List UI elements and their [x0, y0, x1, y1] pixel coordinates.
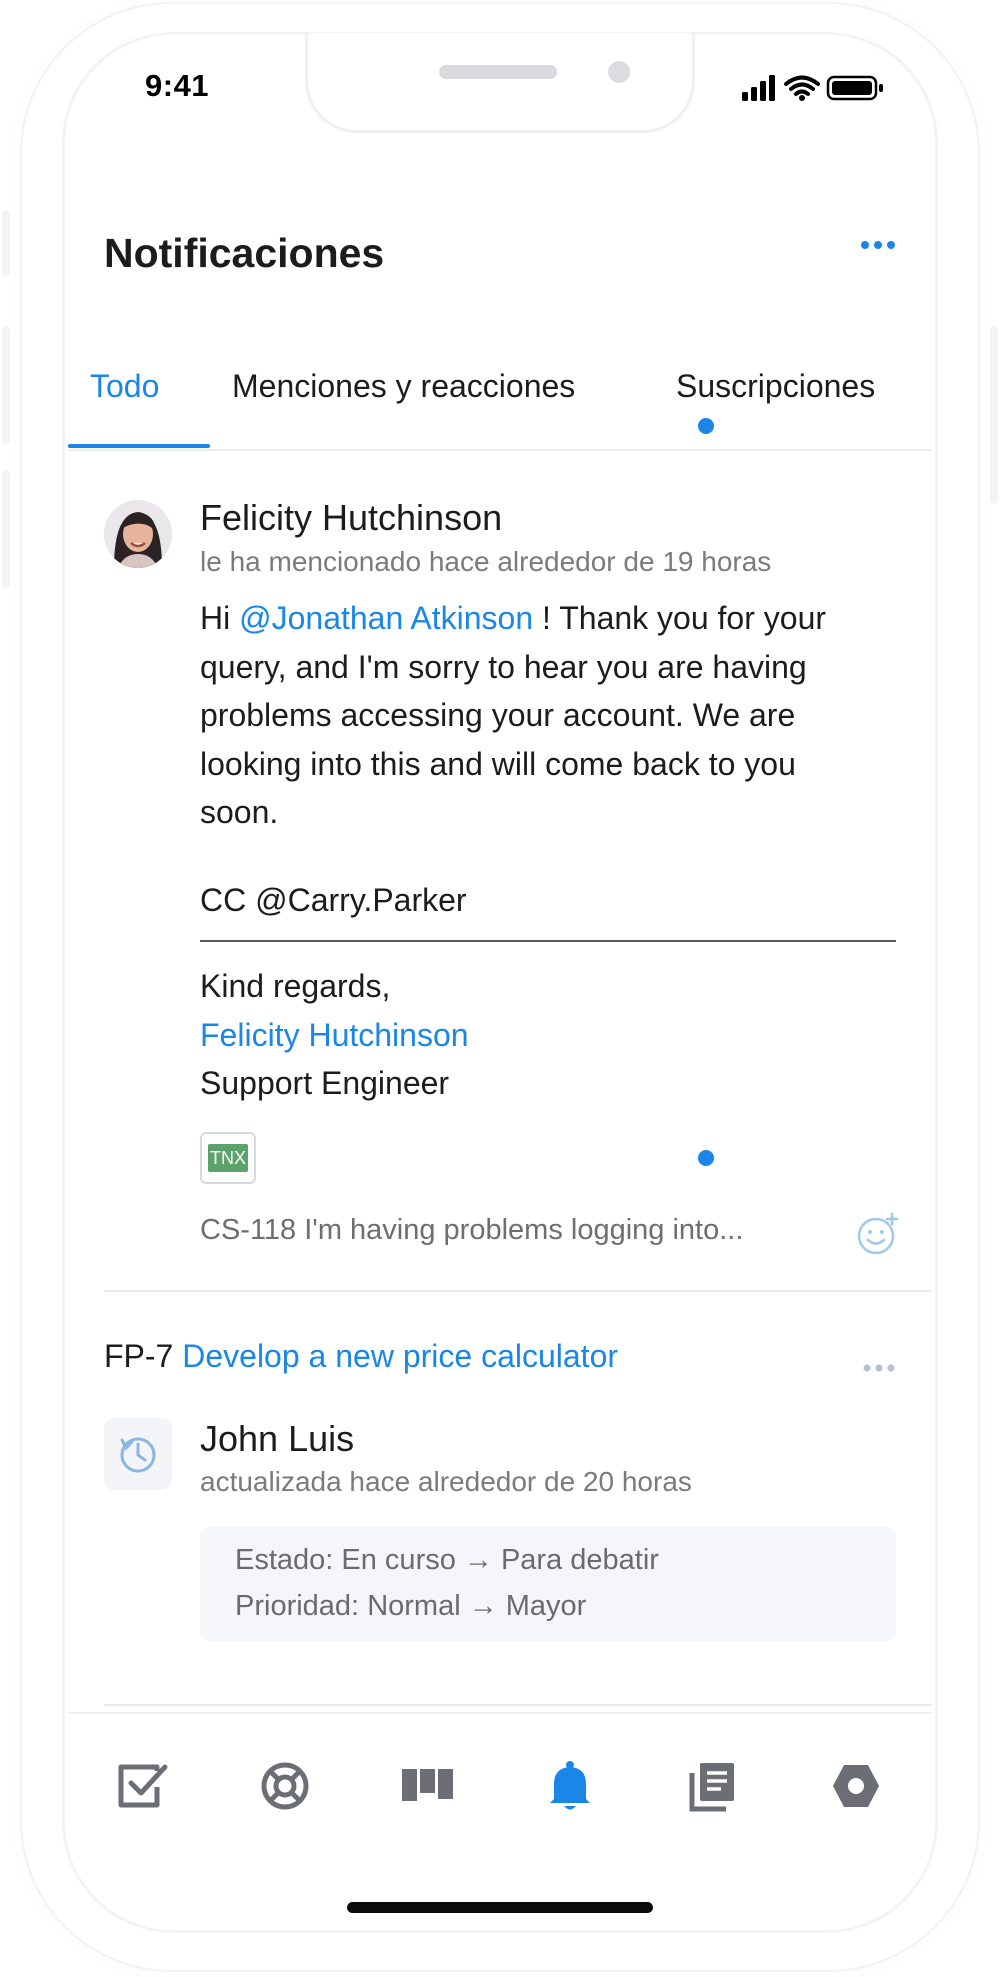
board-icon[interactable]: [399, 1757, 457, 1815]
issue-key: FP-7: [104, 1338, 174, 1374]
tab-todo[interactable]: Todo: [90, 368, 159, 405]
notch: [305, 33, 695, 133]
history-icon: [104, 1418, 172, 1490]
message-text: looking into this and will come back to …: [200, 745, 796, 782]
mention-link[interactable]: @Jonathan Atkinson: [239, 600, 533, 636]
change-row: Prioridad: Normal → Mayor: [235, 1583, 896, 1629]
change-summary: Estado: En curso → Para debatir Priorida…: [200, 1527, 896, 1641]
signature-role: Support Engineer: [200, 1065, 450, 1101]
avatar[interactable]: [104, 500, 172, 568]
change-value: Normal → Mayor: [367, 1590, 587, 1622]
status-icons: [742, 74, 887, 107]
signature-divider: [200, 940, 896, 942]
notification-divider: [104, 1290, 932, 1292]
change-row: Estado: En curso → Para debatir: [235, 1537, 896, 1583]
change-value: En curso → Para debatir: [341, 1544, 659, 1576]
notification-author: John Luis: [200, 1418, 355, 1459]
pages-icon[interactable]: [684, 1757, 742, 1815]
greeting-text: Hi: [200, 600, 231, 636]
tabs-divider: [68, 449, 932, 451]
front-camera: [608, 61, 630, 83]
notification-tabs: Todo Menciones y reacciones Suscripcione…: [68, 360, 932, 450]
volume-up-button: [2, 326, 10, 444]
earpiece-speaker: [439, 65, 557, 79]
issue-reference[interactable]: CS-118 I'm having problems logging into.…: [200, 1214, 743, 1247]
issue-title-link[interactable]: Develop a new price calculator: [182, 1338, 618, 1374]
add-reaction-icon[interactable]: [856, 1212, 900, 1261]
tab-mentions-reactions[interactable]: Menciones y reacciones: [232, 368, 575, 405]
more-options-icon[interactable]: [860, 238, 896, 256]
help-icon[interactable]: [256, 1757, 314, 1815]
attachment-label: TNX: [208, 1144, 248, 1172]
unread-indicator: [698, 1150, 714, 1166]
hexagon-icon[interactable]: [827, 1757, 885, 1815]
message-text: ! Thank you for your: [542, 600, 827, 636]
attachment-thumbnail[interactable]: TNX: [200, 1132, 256, 1184]
message-body: Hi @Jonathan Atkinson ! Thank you for yo…: [200, 594, 900, 837]
unread-indicator: [698, 418, 714, 434]
page-title: Notificaciones: [104, 230, 385, 276]
message-text: soon.: [200, 794, 279, 830]
mute-switch: [2, 210, 10, 276]
power-button: [990, 326, 998, 504]
status-time: 9:41: [145, 68, 210, 103]
notification-meta: le ha mencionado hace alrededor de 19 ho…: [200, 546, 772, 577]
battery-icon: [826, 75, 883, 101]
tab-subscriptions[interactable]: Suscripciones: [676, 368, 875, 405]
notification-author: Felicity Hutchinson: [200, 497, 503, 538]
issue-header: FP-7 Develop a new price calculator: [104, 1338, 618, 1375]
signature: Kind regards, Felicity Hutchinson Suppor…: [200, 962, 900, 1108]
change-field: Prioridad:: [235, 1590, 360, 1622]
cc-line: CC @Carry.Parker: [200, 882, 467, 918]
tasks-icon[interactable]: [113, 1757, 171, 1815]
signal-icon: [742, 75, 775, 101]
signature-name-link[interactable]: Felicity Hutchinson: [200, 1011, 900, 1060]
notification-meta: actualizada hace alrededor de 20 horas: [200, 1466, 692, 1497]
notification-divider: [104, 1704, 932, 1706]
tab-bar-divider: [68, 1712, 932, 1714]
issue-more-icon[interactable]: [862, 1360, 896, 1378]
message-text: query, and I'm sorry to hear you are hav…: [200, 648, 807, 685]
home-indicator: [347, 1902, 653, 1913]
active-tab-indicator: [68, 444, 210, 448]
change-field: Estado:: [235, 1544, 334, 1576]
bell-icon[interactable]: [541, 1757, 599, 1815]
volume-down-button: [2, 470, 10, 588]
message-text: problems accessing your account. We are: [200, 697, 796, 733]
regards-text: Kind regards,: [200, 968, 391, 1004]
wifi-icon: [784, 75, 820, 96]
